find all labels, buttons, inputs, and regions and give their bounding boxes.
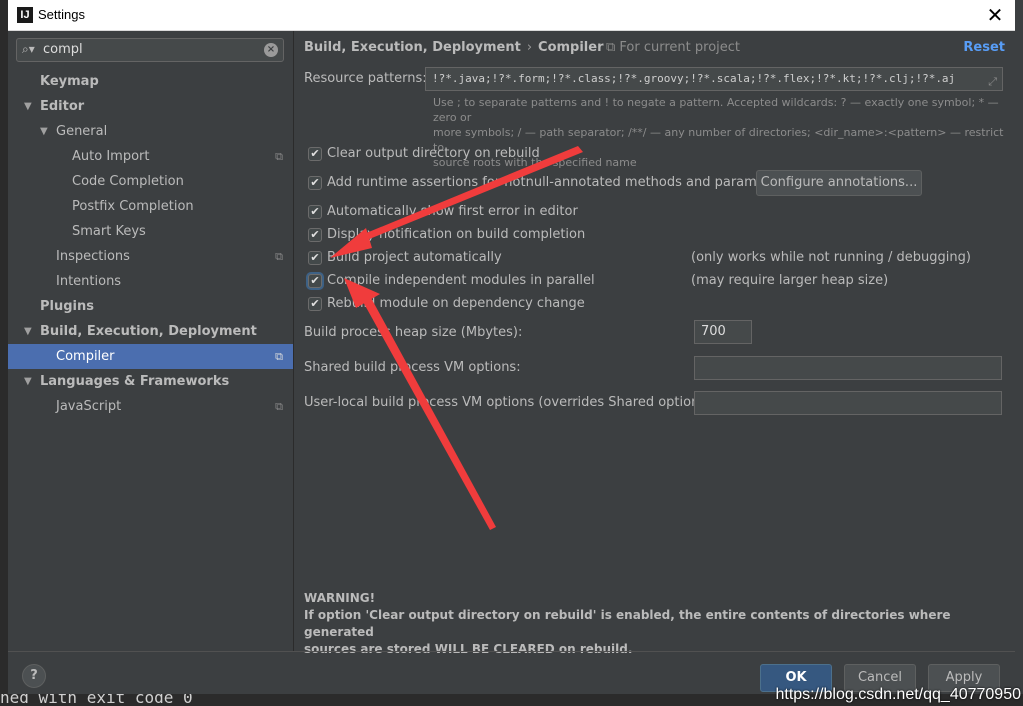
search-field[interactable]: ⌕▾ compl × [16, 38, 284, 62]
option-label[interactable]: Rebuild module on dependency change [327, 296, 585, 311]
option-label[interactable]: Clear output directory on rebuild [327, 146, 540, 161]
shared-vm-label: Shared build process VM options: [304, 360, 521, 375]
resource-patterns-value: !?*.java;!?*.form;!?*.class;!?*.groovy;!… [432, 72, 956, 85]
search-icon: ⌕▾ [22, 42, 35, 56]
tree-item-inspections[interactable]: Inspections ⧉ [8, 244, 293, 269]
resource-patterns-label: Resource patterns: [304, 71, 427, 86]
option-label[interactable]: Automatically show first error in editor [327, 204, 578, 219]
tree-item-keymap[interactable]: Keymap [8, 69, 293, 94]
csdn-watermark: https://blog.csdn.net/qq_40770950 [775, 686, 1021, 703]
user-vm-label: User-local build process VM options (ove… [304, 395, 716, 410]
tree-item-label: Languages & Frameworks [40, 374, 230, 389]
tree-item-plugins[interactable]: Plugins [8, 294, 293, 319]
tree-item-label: Compiler [56, 349, 115, 364]
tree-item-build-execution-deployment[interactable]: ▼ Build, Execution, Deployment [8, 319, 293, 344]
reset-link[interactable]: Reset [963, 40, 1005, 55]
expand-arrow-icon[interactable]: ▼ [24, 94, 32, 119]
heap-size-label: Build process heap size (Mbytes): [304, 325, 523, 340]
tree-item-languages-frameworks[interactable]: ▼ Languages & Frameworks [8, 369, 293, 394]
tree-item-intentions[interactable]: Intentions [8, 269, 293, 294]
tree-item-label: General [56, 124, 108, 139]
option-label[interactable]: Compile independent modules in parallel [327, 273, 595, 288]
breadcrumb: Build, Execution, Deployment › Compiler [304, 40, 604, 55]
close-icon[interactable]: ✕ [983, 3, 1007, 27]
tree-item-compiler[interactable]: Compiler ⧉ [8, 344, 293, 369]
warning-line-1: If option 'Clear output directory on reb… [304, 608, 951, 639]
option-checkbox[interactable]: ✔ [308, 176, 322, 190]
option-checkbox[interactable]: ✔ [308, 297, 322, 311]
expand-icon[interactable]: ⤢ [988, 71, 997, 90]
project-scope-icon: ⧉ [275, 400, 283, 413]
tree-item-javascript[interactable]: JavaScript ⧉ [8, 394, 293, 419]
tree-item-label: Keymap [40, 74, 99, 89]
breadcrumb-parent: Build, Execution, Deployment [304, 40, 521, 55]
project-scope-icon: ⧉ [275, 150, 283, 163]
option-checkbox[interactable]: ✔ [308, 205, 322, 219]
tree-item-smart-keys[interactable]: Smart Keys [8, 219, 293, 244]
option-note: (may require larger heap size) [691, 273, 889, 288]
intellij-icon: IJ [17, 7, 33, 23]
user-vm-input[interactable] [694, 391, 1002, 415]
tree-item-label: Build, Execution, Deployment [40, 324, 257, 339]
background-ide-edge [0, 0, 8, 706]
tree-item-label: Code Completion [72, 174, 184, 189]
tree-item-code-completion[interactable]: Code Completion [8, 169, 293, 194]
tree-item-auto-import[interactable]: Auto Import ⧉ [8, 144, 293, 169]
tree-item-label: Intentions [56, 274, 122, 289]
project-scope-icon: ⧉ [275, 250, 283, 263]
option-label[interactable]: Display notification on build completion [327, 227, 585, 242]
tree-item-label: Inspections [56, 249, 130, 264]
expand-arrow-icon[interactable]: ▼ [40, 119, 48, 144]
resource-patterns-input[interactable]: !?*.java;!?*.form;!?*.class;!?*.groovy;!… [425, 67, 1003, 91]
for-current-project: ⧉ For current project [606, 40, 740, 55]
tree-item-editor[interactable]: ▼ Editor [8, 94, 293, 119]
expand-arrow-icon[interactable]: ▼ [24, 319, 32, 344]
compiler-settings-panel: Build, Execution, Deployment › Compiler ⧉ … [294, 31, 1015, 656]
search-input[interactable]: compl [43, 42, 83, 57]
tree-item-label: Auto Import [72, 149, 150, 164]
title-bar: IJ Settings ✕ [8, 0, 1015, 31]
settings-window: ⌕▾ compl × Keymap ▼ Editor ▼ General Auto Imp… [8, 31, 1015, 694]
configure-annotations-button[interactable]: Configure annotations... [756, 170, 922, 196]
breadcrumb-separator: › [526, 40, 533, 55]
tree-item-postfix-completion[interactable]: Postfix Completion [8, 194, 293, 219]
tree-item-label: Smart Keys [72, 224, 146, 239]
project-icon: ⧉ [606, 40, 620, 55]
option-label[interactable]: Build project automatically [327, 250, 502, 265]
warning-title: WARNING! [304, 591, 376, 605]
window-title: Settings [38, 7, 85, 22]
clear-search-icon[interactable]: × [264, 43, 278, 57]
option-label[interactable]: Add runtime assertions for notnull-annot… [327, 175, 790, 190]
help-button[interactable]: ? [22, 664, 46, 688]
hint-line-1: Use ; to separate patterns and ! to nega… [433, 96, 999, 124]
for-project-label: For current project [619, 40, 741, 55]
tree-item-general[interactable]: ▼ General [8, 119, 293, 144]
expand-arrow-icon[interactable]: ▼ [24, 369, 32, 394]
tree-item-label: Postfix Completion [72, 199, 194, 214]
project-scope-icon: ⧉ [275, 350, 283, 363]
tree-item-label: Editor [40, 99, 85, 114]
shared-vm-input[interactable] [694, 356, 1002, 380]
breadcrumb-current: Compiler [538, 40, 604, 55]
tree-item-label: Plugins [40, 299, 94, 314]
tree-item-label: JavaScript [56, 399, 122, 414]
warning-text: WARNING! If option 'Clear output directo… [304, 590, 994, 658]
option-checkbox[interactable]: ✔ [308, 228, 322, 242]
background-console-text: hed with exit code 0 [0, 694, 193, 706]
option-checkbox[interactable]: ✔ [308, 251, 322, 265]
option-note: (only works while not running / debuggin… [691, 250, 971, 265]
heap-size-input[interactable]: 700 [694, 320, 752, 344]
option-checkbox[interactable]: ✔ [308, 274, 322, 288]
settings-tree-panel: ⌕▾ compl × Keymap ▼ Editor ▼ General Auto Imp… [8, 31, 294, 651]
option-checkbox[interactable]: ✔ [308, 147, 322, 161]
